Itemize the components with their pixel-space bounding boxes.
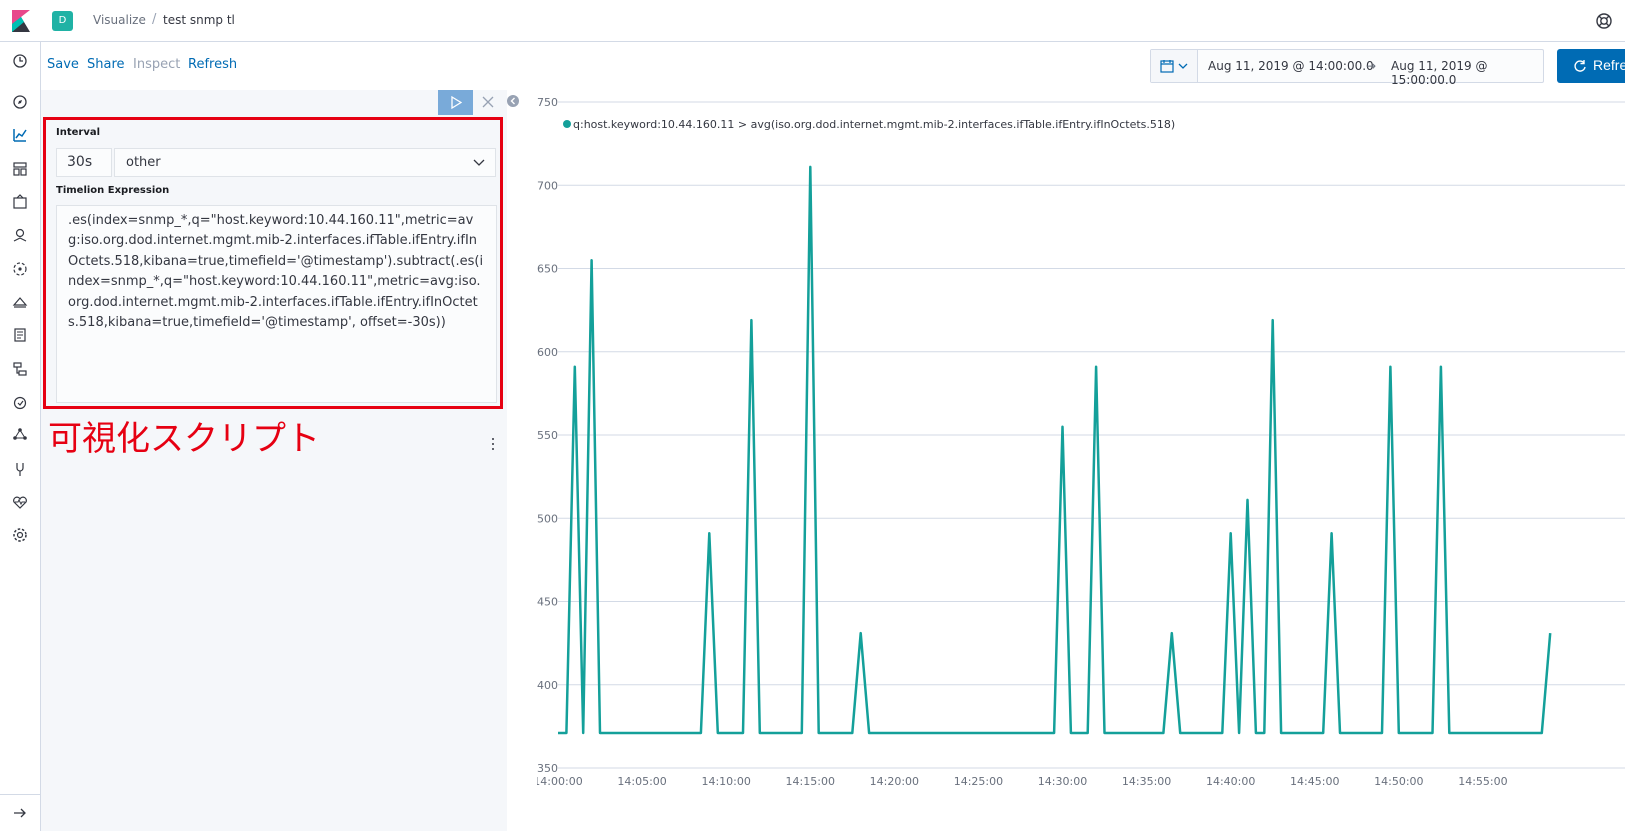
dashboard-icon[interactable] <box>11 160 29 178</box>
refresh-button-label: Refresh <box>1593 57 1625 73</box>
x-tick-label: 14:35:00 <box>1122 775 1171 788</box>
editor-panel: Interval 30s other Timelion Expression .… <box>41 90 507 831</box>
interval-input[interactable]: 30s <box>56 148 112 177</box>
chart-container: 350 400 450 500 550 600 650 700 750 14:00:00 14:05… <box>533 90 1625 831</box>
legend-swatch <box>563 120 571 128</box>
annotation-label: 可視化スクリプト <box>48 419 320 459</box>
chevron-down-icon <box>1178 63 1188 69</box>
space-avatar[interactable]: D <box>52 11 73 31</box>
editor-actions <box>438 90 498 115</box>
x-tick-label: 14:30:00 <box>1038 775 1087 788</box>
x-tick-label: 14:50:00 <box>1374 775 1423 788</box>
end-date[interactable]: Aug 11, 2019 @ 15:00:00.0 <box>1391 59 1543 87</box>
timelion-expression-textarea[interactable]: .es(index=snmp_*,q="host.keyword:10.44.1… <box>56 205 497 403</box>
play-icon <box>451 96 462 109</box>
save-link[interactable]: Save <box>47 57 79 72</box>
y-tick-label: 650 <box>537 263 558 276</box>
x-tick-label: 14:40:00 <box>1206 775 1255 788</box>
dev-tools-icon[interactable] <box>11 460 29 478</box>
y-tick-label: 350 <box>537 762 558 775</box>
x-tick-label: 14:45:00 <box>1290 775 1339 788</box>
y-tick-label: 450 <box>537 596 558 609</box>
refresh-button[interactable]: Refresh <box>1557 49 1625 83</box>
ml-icon[interactable] <box>11 260 29 278</box>
apply-button[interactable] <box>438 90 473 115</box>
side-navigation <box>0 42 41 831</box>
refresh-link[interactable]: Refresh <box>188 57 237 72</box>
interval-select[interactable]: other <box>114 148 496 177</box>
x-tick-label: 14:15:00 <box>786 775 835 788</box>
y-tick-label: 500 <box>537 512 558 525</box>
arrow-right-icon[interactable] <box>12 806 28 820</box>
visualize-chart-icon[interactable] <box>11 126 29 144</box>
y-tick-label: 700 <box>537 179 558 192</box>
y-tick-label: 550 <box>537 429 558 442</box>
inspect-link[interactable]: Inspect <box>133 57 180 72</box>
start-date[interactable]: Aug 11, 2019 @ 14:00:00.0 <box>1208 59 1374 73</box>
expression-label: Timelion Expression <box>56 185 170 196</box>
management-gear-icon[interactable] <box>11 526 29 544</box>
breadcrumb-separator: / <box>152 12 157 27</box>
chevron-down-icon <box>473 159 485 166</box>
help-icon[interactable] <box>1595 12 1613 30</box>
graph-icon[interactable] <box>11 426 29 444</box>
top-nav-menu: Save Share Inspect Refresh Aug 11, 2019 … <box>41 42 1625 90</box>
x-tick-label: 14:55:00 <box>1458 775 1507 788</box>
breadcrumb-current: test snmp tl <box>163 13 235 27</box>
kibana-logo[interactable] <box>10 10 32 32</box>
uptime-icon[interactable] <box>11 393 29 411</box>
calendar-icon <box>1160 60 1174 73</box>
canvas-icon[interactable] <box>11 193 29 211</box>
interval-label: Interval <box>56 127 101 138</box>
date-range-picker: Aug 11, 2019 @ 14:00:00.0 → Aug 11, 2019… <box>1150 49 1544 87</box>
x-tick-label: 14:10:00 <box>701 775 750 788</box>
x-tick-label: 14:00:00 <box>537 775 583 788</box>
discover-compass-icon[interactable] <box>11 93 29 111</box>
collapse-nav[interactable] <box>0 794 40 831</box>
legend-entry: q:host.keyword:10.44.160.11 > avg(iso.or… <box>573 118 1175 131</box>
apm-icon[interactable] <box>11 360 29 378</box>
series-line <box>558 165 1552 735</box>
breadcrumb-visualize[interactable]: Visualize <box>93 13 146 27</box>
collapse-panel-icon[interactable] <box>506 94 520 108</box>
close-icon[interactable] <box>479 93 497 111</box>
infrastructure-icon[interactable] <box>11 293 29 311</box>
timelion-chart[interactable]: 350 400 450 500 550 600 650 700 750 14:00:00 14:05… <box>533 90 1625 831</box>
resize-handle-icon[interactable] <box>491 437 495 451</box>
quick-menu-button[interactable] <box>1151 50 1198 82</box>
y-tick-label: 750 <box>537 96 558 109</box>
interval-select-value: other <box>126 155 161 170</box>
top-header: D Visualize / test snmp tl <box>0 0 1625 42</box>
timelion-editor-highlight: Interval 30s other Timelion Expression .… <box>43 117 503 409</box>
recent-clock-icon[interactable] <box>11 52 29 70</box>
x-tick-label: 14:05:00 <box>617 775 666 788</box>
y-tick-label: 400 <box>537 679 558 692</box>
monitoring-icon[interactable] <box>11 493 29 511</box>
maps-icon[interactable] <box>11 226 29 244</box>
x-tick-label: 14:25:00 <box>954 775 1003 788</box>
y-tick-label: 600 <box>537 346 558 359</box>
logs-icon[interactable] <box>11 326 29 344</box>
x-tick-label: 14:20:00 <box>870 775 919 788</box>
refresh-icon <box>1574 60 1586 72</box>
share-link[interactable]: Share <box>87 57 125 72</box>
date-arrow: → <box>1366 59 1377 73</box>
